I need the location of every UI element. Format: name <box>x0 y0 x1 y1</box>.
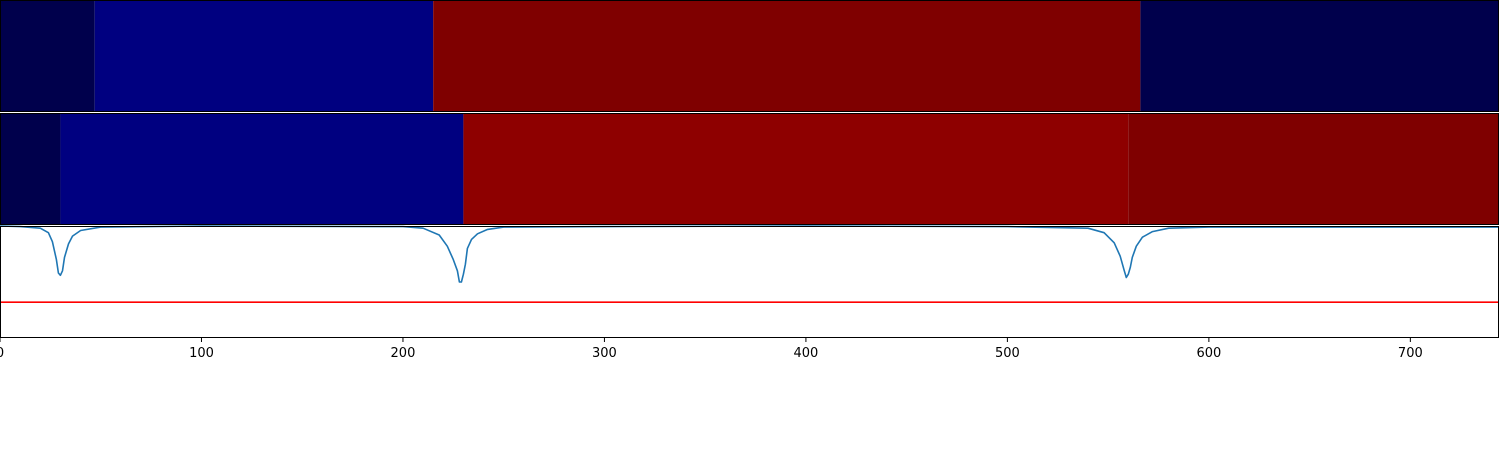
line-plot-background <box>0 226 1499 338</box>
x-tick-label: 100 <box>189 346 214 361</box>
heatmap-panel-middle <box>0 113 1499 225</box>
heatmap-segment-0-1 <box>94 0 434 112</box>
heatmap-segment-0-2 <box>433 0 1141 112</box>
heatmap-segment-0-3 <box>1140 0 1499 112</box>
heatmap-segment-1-3 <box>1128 113 1499 225</box>
x-tick-label: 400 <box>793 346 818 361</box>
heatmap-segment-1-0 <box>0 113 61 225</box>
heatmap-segment-1-1 <box>60 113 464 225</box>
line-plot-panel <box>0 225 1499 338</box>
x-axis: 0 100 200 300 400 500 600 700 <box>0 338 1423 361</box>
chart-figure: 0 100 200 300 400 500 600 700 <box>0 0 1499 361</box>
heatmap-segment-1-2 <box>463 113 1129 225</box>
x-tick-label: 600 <box>1196 346 1221 361</box>
x-tick-label: 700 <box>1398 346 1423 361</box>
x-tick-label: 200 <box>391 346 416 361</box>
x-tick-label: 500 <box>995 346 1020 361</box>
heatmap-segment-0-0 <box>0 0 95 112</box>
x-tick-label: 300 <box>592 346 617 361</box>
x-tick-label: 0 <box>0 346 4 361</box>
heatmap-panel-top <box>0 0 1499 112</box>
